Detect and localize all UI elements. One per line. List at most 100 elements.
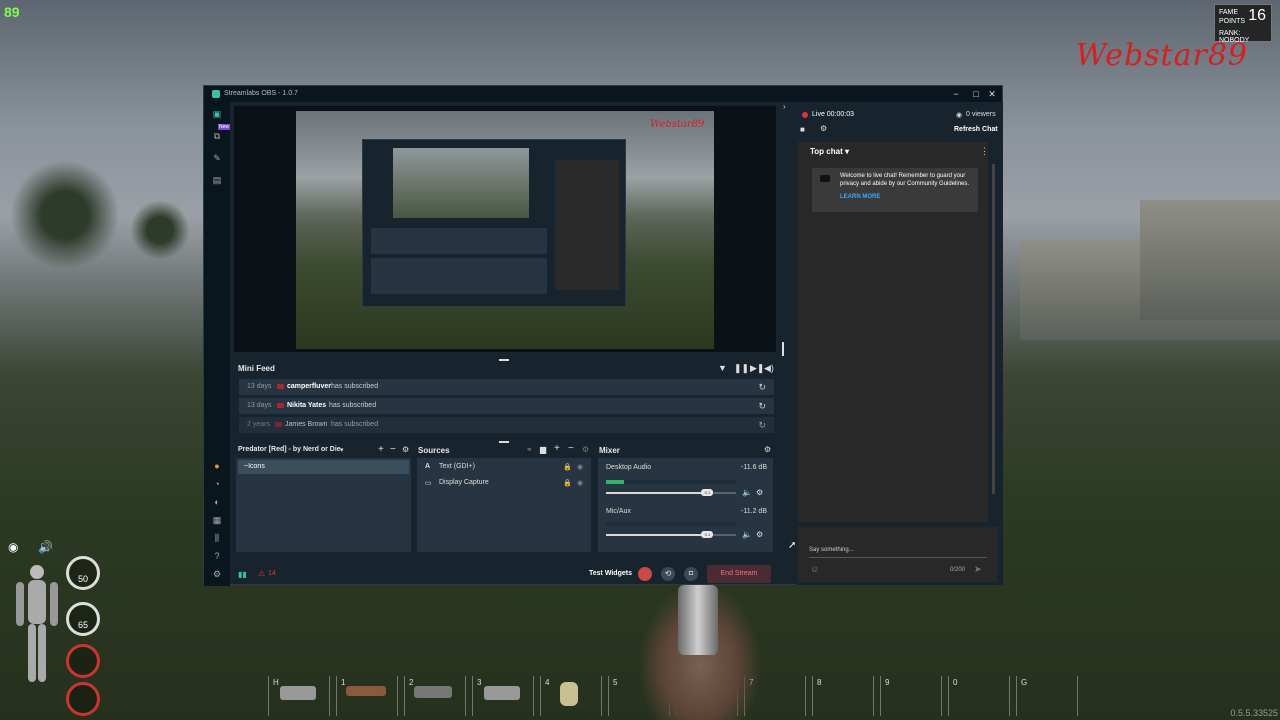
folder-icon[interactable]: ▆	[540, 445, 546, 454]
studio-mode-icon[interactable]: ⫼	[211, 532, 223, 544]
health-gauge: 50	[66, 556, 100, 590]
thirst-icon	[66, 682, 100, 716]
cloudbot-icon[interactable]: ◔	[211, 478, 223, 490]
source-item[interactable]: A Text (GDI+) 🔒 ◉	[421, 460, 587, 474]
speaker-icon: 🔊	[38, 540, 53, 554]
link-icon[interactable]: ⚭	[526, 445, 533, 454]
volume-icon[interactable]: ◀)	[764, 363, 774, 374]
add-source-button[interactable]: +	[554, 443, 560, 454]
replay-icon[interactable]: ↻	[758, 382, 766, 393]
camera-icon[interactable]: ■	[800, 125, 805, 134]
speaker-icon[interactable]: 🔈	[742, 488, 752, 497]
channel-name: Mic/Aux	[606, 508, 631, 515]
apps-icon[interactable]: ▦	[211, 514, 223, 526]
audio-meter	[606, 522, 736, 526]
chat-input[interactable]: Say something...	[809, 547, 854, 553]
remove-scene-button[interactable]: −	[390, 444, 396, 455]
remove-source-button[interactable]: −	[568, 443, 574, 454]
nested-chat	[555, 160, 619, 290]
player-hand-with-gun	[640, 585, 760, 720]
close-button[interactable]: ✕	[986, 88, 998, 100]
editor-icon[interactable]: ▣	[211, 108, 223, 120]
source-settings-icon[interactable]: ⚙	[582, 445, 589, 454]
rewind-button[interactable]: ⟲	[661, 567, 675, 581]
emoji-icon[interactable]: ☺	[810, 564, 819, 574]
channel-settings-icon[interactable]: ⚙	[756, 530, 763, 539]
lock-icon[interactable]: 🔒	[563, 479, 572, 487]
visibility-eye-icon[interactable]: ◉	[577, 463, 583, 471]
warning-icon[interactable]: ⚠	[258, 569, 265, 578]
hotbar-key: 1	[341, 678, 346, 687]
event-user: camperfluver	[287, 383, 331, 390]
end-stream-button[interactable]: End Stream	[707, 565, 771, 583]
chevron-right-icon[interactable]: ›	[783, 102, 786, 111]
volume-slider-knob[interactable]: 0.1	[701, 489, 714, 496]
feed-event-row: 13 days camperfluver has subscribed ↻	[239, 379, 774, 395]
body-status-icon	[16, 565, 58, 682]
visibility-eye-icon[interactable]: ◉	[577, 479, 583, 487]
smg-icon	[414, 686, 452, 698]
source-name: Display Capture	[439, 479, 489, 486]
rifle-icon	[346, 686, 386, 696]
channel-name: Desktop Audio	[606, 464, 652, 471]
help-icon[interactable]: ?	[211, 550, 223, 562]
learn-more-link[interactable]: LEARN MORE	[840, 194, 880, 200]
volume-slider-knob[interactable]: 0.1	[701, 531, 714, 538]
dashboard-icon[interactable]: ●	[211, 460, 223, 472]
volume-slider-fill	[606, 534, 708, 536]
game-version: 0.5.5.33525	[1230, 708, 1278, 718]
chat-settings-icon[interactable]: ⚙	[820, 124, 827, 133]
event-user: Nikita Yates	[287, 402, 327, 409]
scene-item[interactable]: ~Icons	[238, 460, 409, 474]
resize-handle[interactable]	[782, 342, 784, 356]
mini-feed-title: Mini Feed	[238, 364, 275, 373]
channel-settings-icon[interactable]: ⚙	[756, 488, 763, 497]
settings-gear-icon[interactable]: ⚙	[211, 568, 223, 580]
hotbar-slot[interactable]: 8	[812, 676, 874, 716]
mixer-settings-icon[interactable]: ⚙	[764, 445, 771, 454]
add-scene-button[interactable]: +	[378, 444, 384, 455]
skip-icon[interactable]: ▶❚	[750, 363, 764, 374]
chat-scrollbar[interactable]	[992, 164, 995, 494]
stamina-gauge: 65	[66, 602, 100, 636]
chat-mode-dropdown[interactable]: Top chat ▾	[810, 147, 849, 156]
store-icon[interactable]: ▤	[211, 174, 223, 186]
hotbar-slot[interactable]: G	[1016, 676, 1078, 716]
filter-icon[interactable]: ▼	[718, 363, 727, 373]
maximize-button[interactable]: □	[970, 88, 982, 100]
left-sidebar: ▣ ⧉ New ✎ ▤ ● ◔ ◐ ▦ ⫼ ? ⚙	[204, 102, 231, 586]
volume-slider-fill	[606, 492, 708, 494]
speaker-icon[interactable]: 🔈	[742, 530, 752, 539]
themes-icon[interactable]: ✎	[211, 152, 223, 164]
hotbar-slot[interactable]: 9	[880, 676, 942, 716]
source-item[interactable]: ▭ Display Capture 🔒 ◉	[421, 476, 587, 490]
replay-icon[interactable]: ↻	[758, 420, 766, 431]
alert-count: 14	[268, 570, 276, 577]
youtube-logo-icon	[820, 175, 830, 182]
lock-icon[interactable]: 🔒	[563, 463, 572, 471]
drag-handle[interactable]	[499, 359, 509, 361]
refresh-chat-button[interactable]: Refresh Chat	[954, 126, 998, 133]
layout-icon[interactable]: ⧉	[211, 130, 223, 142]
pause-icon[interactable]: ❚❚	[734, 363, 749, 374]
minimize-button[interactable]: −	[950, 88, 962, 100]
chat-panel: Live 00:00:03 ◉ 0 viewers ■ ⚙ Refresh Ch…	[796, 102, 1003, 585]
youtube-icon	[275, 422, 282, 427]
fame-points-panel: FAME POINTS 16 RANK: NOBODY	[1214, 4, 1272, 44]
performance-icon[interactable]: ▮▮	[238, 570, 247, 579]
hotbar-slot[interactable]: 1	[336, 676, 398, 716]
record-button[interactable]: ◘	[684, 567, 698, 581]
test-follow-button[interactable]	[638, 567, 652, 581]
more-options-icon[interactable]: ⋮	[980, 146, 989, 157]
hotbar-slot[interactable]: 0	[948, 676, 1010, 716]
text-source-icon: A	[425, 463, 431, 470]
send-icon[interactable]: ➤	[974, 564, 982, 575]
replay-icon[interactable]: ↻	[758, 401, 766, 412]
event-time: 2 years	[247, 421, 270, 428]
drag-handle[interactable]	[499, 441, 509, 443]
scene-settings-icon[interactable]: ⚙	[402, 445, 409, 454]
scene-collection-title[interactable]: Predator [Red] - by Nerd or Die	[238, 446, 341, 453]
chat-input-area: Say something... ☺ 0/200 ➤	[798, 527, 998, 582]
chevron-down-icon[interactable]: ▾	[340, 446, 344, 454]
chat-icon[interactable]: ◐	[211, 496, 223, 508]
